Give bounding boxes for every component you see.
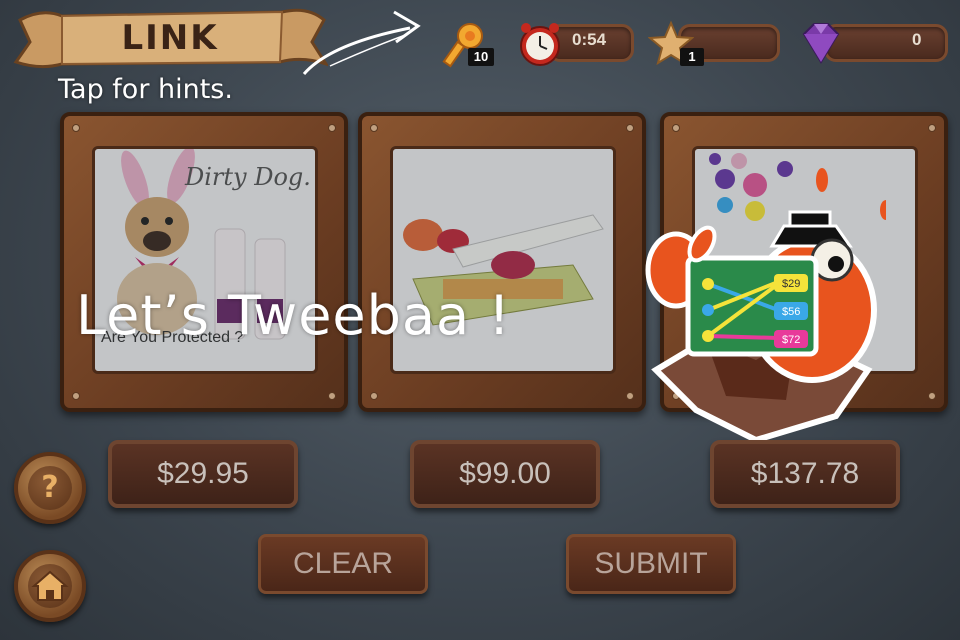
hint-instruction: Tap for hints. <box>58 74 233 105</box>
home-icon <box>31 570 69 601</box>
frame-bolt <box>626 124 634 132</box>
frame-bolt <box>328 124 336 132</box>
overlay-title: Let’s Tweebaa ! <box>76 284 511 347</box>
timer-value: 0:54 <box>572 30 607 49</box>
price-button-2[interactable]: $99.00 <box>410 440 600 508</box>
mascot-link-board-illustration: $29 $56 $72 <box>645 168 886 444</box>
frame-bolt <box>928 392 936 400</box>
hint-arrow-icon <box>302 10 421 75</box>
board-price-1: $29 <box>782 278 800 290</box>
frame-bolt <box>72 392 80 400</box>
help-button[interactable]: ? <box>14 452 86 524</box>
question-mark-icon: ? <box>28 466 72 510</box>
gem-icon <box>802 23 840 64</box>
star-count: 1 <box>680 48 704 66</box>
frame-bolt <box>370 124 378 132</box>
board-price-2: $56 <box>782 306 800 318</box>
product-card-1[interactable]: Dirty Dog. Are You Protected ? <box>60 112 348 412</box>
submit-button[interactable]: SUBMIT <box>566 534 736 594</box>
alarm-clock-icon <box>520 23 560 66</box>
product-brand: Dirty Dog. <box>185 163 311 191</box>
clear-button[interactable]: CLEAR <box>258 534 428 594</box>
hint-key-count: 10 <box>468 48 494 66</box>
frame-bolt <box>72 124 80 132</box>
gem-count: 0 <box>912 30 922 49</box>
frame-bolt <box>928 124 936 132</box>
product-card-2[interactable] <box>358 112 646 412</box>
price-button-1[interactable]: $29.95 <box>108 440 298 508</box>
level-title: LINK <box>121 18 219 58</box>
frame-bolt <box>328 392 336 400</box>
board-price-3: $72 <box>782 334 800 346</box>
price-button-3[interactable]: $137.78 <box>710 440 900 508</box>
frame-bolt <box>370 392 378 400</box>
frame-bolt <box>626 392 634 400</box>
frame-bolt <box>672 124 680 132</box>
home-button[interactable] <box>14 550 86 622</box>
home-icon-container <box>28 564 72 608</box>
level-banner: LINK <box>12 6 328 70</box>
